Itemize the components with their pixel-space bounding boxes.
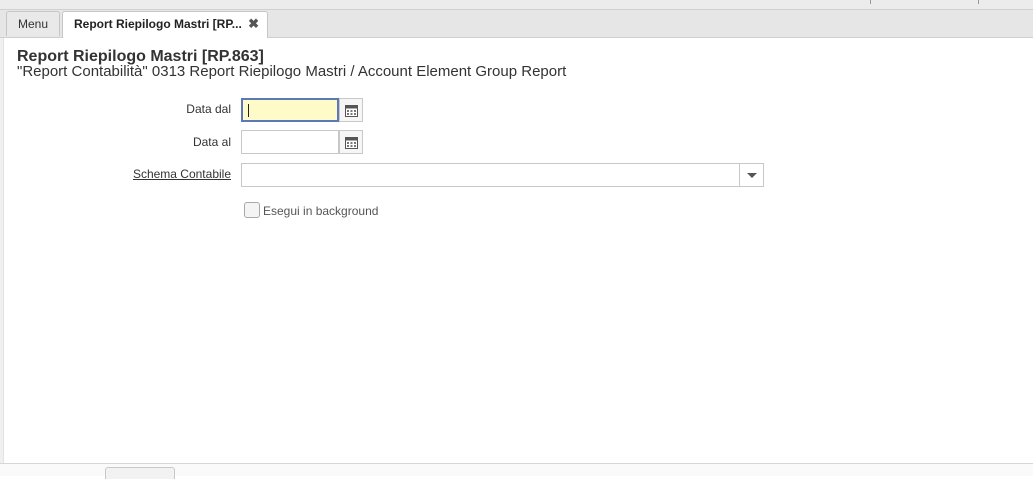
top-strip [0,0,1033,10]
tab-report[interactable]: Report Riepilogo Mastri [RP... ✖ [62,11,268,38]
tab-bar: Menu Report Riepilogo Mastri [RP... ✖ [0,10,1033,38]
top-separator [870,0,871,4]
footer-button[interactable] [105,467,175,479]
calendar-icon [345,137,358,149]
tab-report-label: Report Riepilogo Mastri [RP... [74,17,242,31]
background-checkbox[interactable] [244,202,260,218]
date-to-calendar-button[interactable] [339,130,363,154]
date-to-label: Data al [192,135,231,149]
page-subtitle: "Report Contabilità" 0313 Report Riepilo… [17,63,567,80]
chevron-down-icon [747,173,757,178]
background-checkbox-label[interactable]: Esegui in background [263,204,378,218]
calendar-icon [345,105,358,117]
close-icon[interactable]: ✖ [248,12,259,36]
date-from-calendar-button[interactable] [339,98,363,122]
top-separator [978,0,979,4]
tab-menu[interactable]: Menu [6,11,60,36]
accounting-schema-dropdown-button[interactable] [739,164,763,186]
date-from-label: Data dal [186,102,231,116]
text-cursor [248,104,249,117]
date-to-field[interactable] [241,130,339,154]
accounting-schema-select[interactable] [241,163,764,187]
accounting-schema-label[interactable]: Schema Contabile [0,167,231,181]
tab-menu-label: Menu [17,17,49,31]
date-from-field[interactable] [241,98,339,122]
